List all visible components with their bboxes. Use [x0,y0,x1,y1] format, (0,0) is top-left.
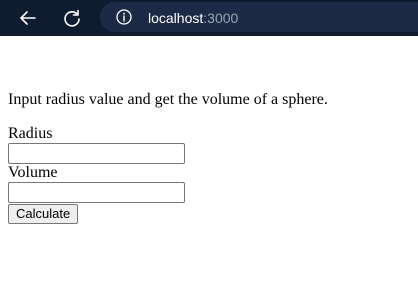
radius-label: Radius [8,125,53,142]
volume-label: Volume [8,164,58,181]
back-arrow-icon [20,11,36,25]
volume-input[interactable] [8,182,185,203]
url-text[interactable]: localhost:3000 [148,10,238,26]
refresh-button[interactable] [60,6,84,30]
url-host: localhost [148,10,204,26]
refresh-icon [64,9,80,27]
calculate-button[interactable]: Calculate [8,204,79,224]
back-button[interactable] [16,6,40,30]
intro-text: Input radius value and get the volume of… [8,91,328,108]
browser-toolbar: localhost:3000 [0,0,418,36]
radius-input[interactable] [8,143,185,164]
url-port: :3000 [203,10,239,26]
info-icon[interactable] [116,9,132,25]
address-bar[interactable]: localhost:3000 [100,2,418,32]
